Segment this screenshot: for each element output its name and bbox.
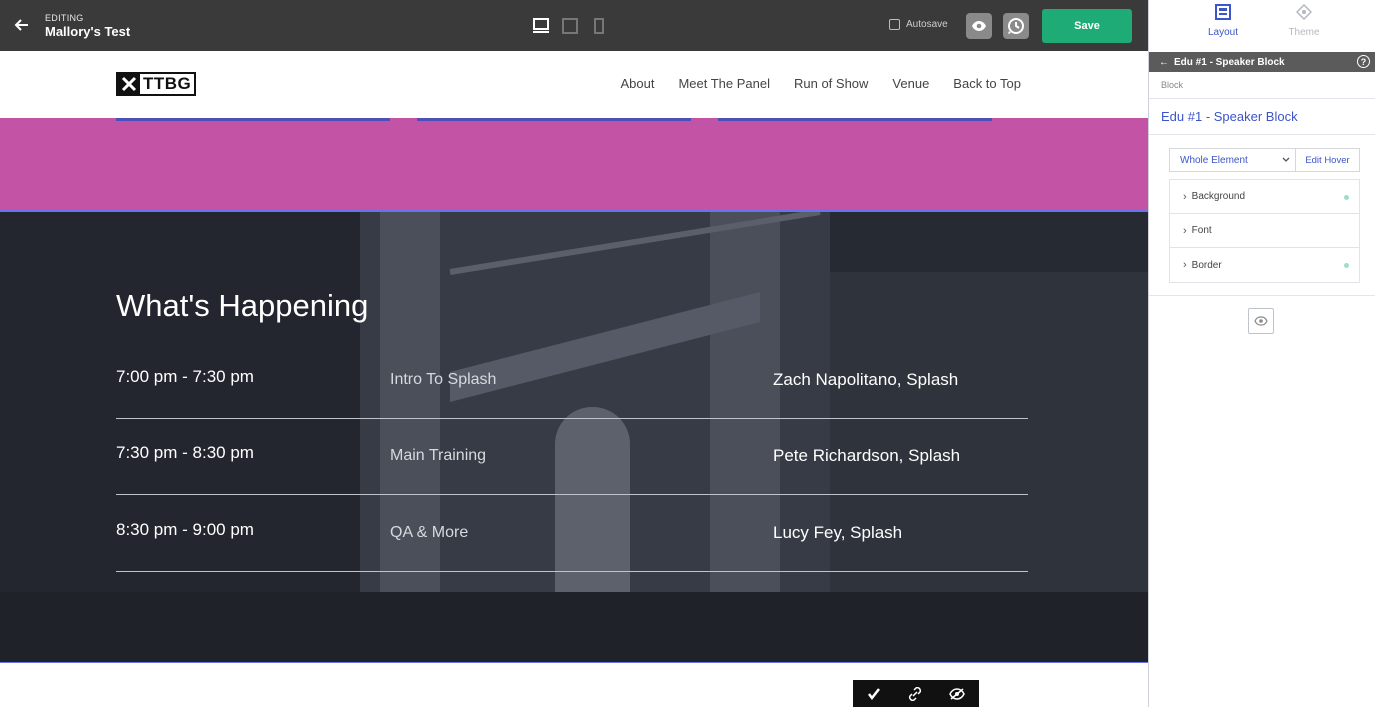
eye-icon: [972, 21, 986, 31]
property-background[interactable]: › Background: [1170, 180, 1359, 214]
chevron-right-icon: ›: [1183, 224, 1187, 237]
block-title: Edu #1 - Speaker Block: [1161, 109, 1298, 124]
visibility-toggle[interactable]: [1248, 308, 1274, 334]
hide-icon[interactable]: [949, 687, 966, 700]
nav-run-of-show[interactable]: Run of Show: [794, 76, 868, 91]
property-set-indicator: [1344, 195, 1349, 200]
chevron-down-icon: [1282, 156, 1290, 167]
element-selector-row: Whole Element Edit Hover: [1169, 148, 1360, 172]
desktop-view-icon[interactable]: [532, 17, 550, 40]
schedule-row: 8:30 pm - 9:00 pm QA & More Lucy Fey, Sp…: [116, 495, 1028, 572]
schedule-topic: Intro To Splash: [390, 371, 497, 388]
check-icon[interactable]: [867, 687, 881, 701]
chevron-right-icon: ›: [1183, 190, 1187, 203]
tab-layout[interactable]: Layout: [1183, 4, 1263, 38]
mobile-view-icon[interactable]: [593, 17, 605, 40]
properties-panel: Layout Theme ← Edu #1 - Speaker Block ? …: [1148, 0, 1375, 707]
nav-about[interactable]: About: [620, 76, 654, 91]
chevron-right-icon: ›: [1183, 259, 1187, 271]
eye-icon: [1254, 316, 1268, 326]
schedule-title: What's Happening: [116, 288, 369, 323]
nav-meet-the-panel[interactable]: Meet The Panel: [678, 76, 770, 91]
breadcrumb[interactable]: Block: [1161, 80, 1183, 90]
schedule-section[interactable]: What's Happening 7:00 pm - 7:30 pm Intro…: [0, 212, 1148, 663]
history-button[interactable]: [1003, 13, 1029, 39]
schedule-row: 7:30 pm - 8:30 pm Main Training Pete Ric…: [116, 418, 1028, 495]
page-name: Mallory's Test: [45, 24, 131, 39]
history-icon: [1008, 18, 1024, 34]
layout-icon: [1215, 4, 1231, 20]
panel-header: ← Edu #1 - Speaker Block ?: [1149, 52, 1375, 72]
back-arrow-icon[interactable]: ←: [1159, 57, 1169, 68]
tools-icon: [118, 74, 140, 94]
logo-text: TTBG: [143, 74, 192, 93]
style-properties-list: › Background › Font › Border: [1169, 179, 1360, 283]
speaker-card-edge: [417, 118, 691, 121]
site-nav: About Meet The Panel Run of Show Venue B…: [620, 76, 1021, 91]
nav-back-to-top[interactable]: Back to Top: [953, 76, 1021, 91]
speaker-card-edge: [718, 118, 992, 121]
speaker-block[interactable]: [0, 118, 1148, 212]
property-border[interactable]: › Border: [1170, 248, 1359, 282]
editing-label: EDITING: [45, 13, 84, 23]
divider: [1149, 134, 1375, 135]
schedule-time: 8:30 pm - 9:00 pm: [116, 520, 254, 539]
save-button[interactable]: Save: [1042, 9, 1132, 43]
divider: [1149, 98, 1375, 99]
edit-hover-button[interactable]: Edit Hover: [1296, 149, 1359, 171]
schedule-speaker: Zach Napolitano, Splash: [773, 370, 959, 389]
help-icon[interactable]: ?: [1357, 55, 1370, 68]
theme-icon: [1295, 3, 1313, 21]
autosave-toggle[interactable]: Autosave: [889, 19, 948, 30]
schedule-row: 7:00 pm - 7:30 pm Intro To Splash Zach N…: [116, 342, 1028, 419]
nav-venue[interactable]: Venue: [892, 76, 929, 91]
schedule-time: 7:00 pm - 7:30 pm: [116, 367, 254, 386]
property-set-indicator: [1344, 263, 1349, 268]
site-logo[interactable]: TTBG: [116, 72, 196, 96]
schedule-speaker: Lucy Fey, Splash: [773, 523, 903, 542]
site-header: TTBG About Meet The Panel Run of Show Ve…: [0, 51, 1148, 118]
back-arrow-icon[interactable]: [10, 14, 32, 36]
link-icon[interactable]: [908, 686, 922, 701]
divider: [1149, 295, 1375, 296]
block-action-toolbar: [853, 680, 979, 707]
schedule-topic: QA & More: [390, 524, 469, 541]
schedule-topic: Main Training: [390, 447, 487, 464]
speaker-card-edge: [116, 118, 390, 121]
autosave-label: Autosave: [906, 19, 948, 30]
panel-header-title: Edu #1 - Speaker Block: [1174, 56, 1285, 68]
tablet-view-icon[interactable]: [562, 17, 578, 40]
editor-toolbar: EDITING Mallory's Test Autosave Save: [0, 0, 1148, 51]
tab-theme[interactable]: Theme: [1264, 3, 1344, 38]
preview-button[interactable]: [966, 13, 992, 39]
autosave-checkbox[interactable]: [889, 19, 900, 30]
schedule-speaker: Pete Richardson, Splash: [773, 446, 961, 465]
schedule-time: 7:30 pm - 8:30 pm: [116, 443, 254, 462]
property-font[interactable]: › Font: [1170, 214, 1359, 248]
element-select[interactable]: Whole Element: [1170, 149, 1296, 171]
